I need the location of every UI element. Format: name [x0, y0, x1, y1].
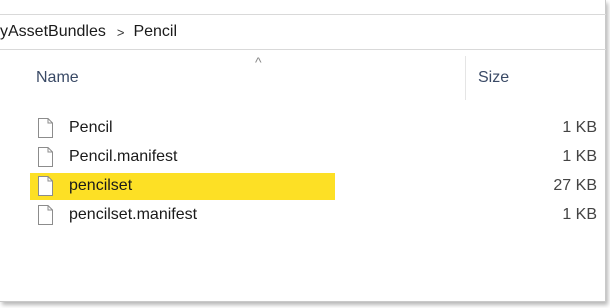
file-explorer-window: yAssetBundles > Pencil ^ Name Size Penci…	[0, 0, 606, 302]
breadcrumb-parent[interactable]: yAssetBundles	[0, 23, 106, 41]
file-name: pencilset.manifest	[69, 206, 198, 223]
file-list: Pencil 1 KB Pencil.manifest 1 KB pencils…	[0, 114, 606, 230]
file-icon	[38, 147, 53, 167]
file-size: 1 KB	[562, 206, 597, 223]
file-row[interactable]: pencilset.manifest 1 KB	[0, 201, 606, 230]
column-header-size[interactable]: Size	[478, 69, 509, 87]
file-row-highlighted[interactable]: pencilset 27 KB	[0, 172, 606, 201]
column-header-name[interactable]: Name	[36, 69, 79, 87]
file-name: Pencil	[69, 119, 113, 136]
file-icon	[38, 176, 53, 196]
breadcrumb-current[interactable]: Pencil	[133, 23, 177, 41]
column-divider[interactable]	[465, 56, 466, 100]
file-icon	[38, 118, 53, 138]
file-name: pencilset	[69, 177, 133, 194]
file-size: 1 KB	[562, 148, 597, 165]
file-row[interactable]: Pencil 1 KB	[0, 114, 606, 143]
file-icon	[38, 205, 53, 225]
sort-ascending-icon: ^	[255, 54, 262, 70]
address-bar[interactable]: yAssetBundles > Pencil	[0, 14, 606, 50]
file-size: 27 KB	[553, 177, 597, 194]
breadcrumb-separator-icon[interactable]: >	[117, 25, 125, 40]
column-header-row: ^ Name Size	[0, 52, 606, 102]
file-size: 1 KB	[562, 119, 597, 136]
file-row[interactable]: Pencil.manifest 1 KB	[0, 143, 606, 172]
file-name: Pencil.manifest	[69, 148, 178, 165]
